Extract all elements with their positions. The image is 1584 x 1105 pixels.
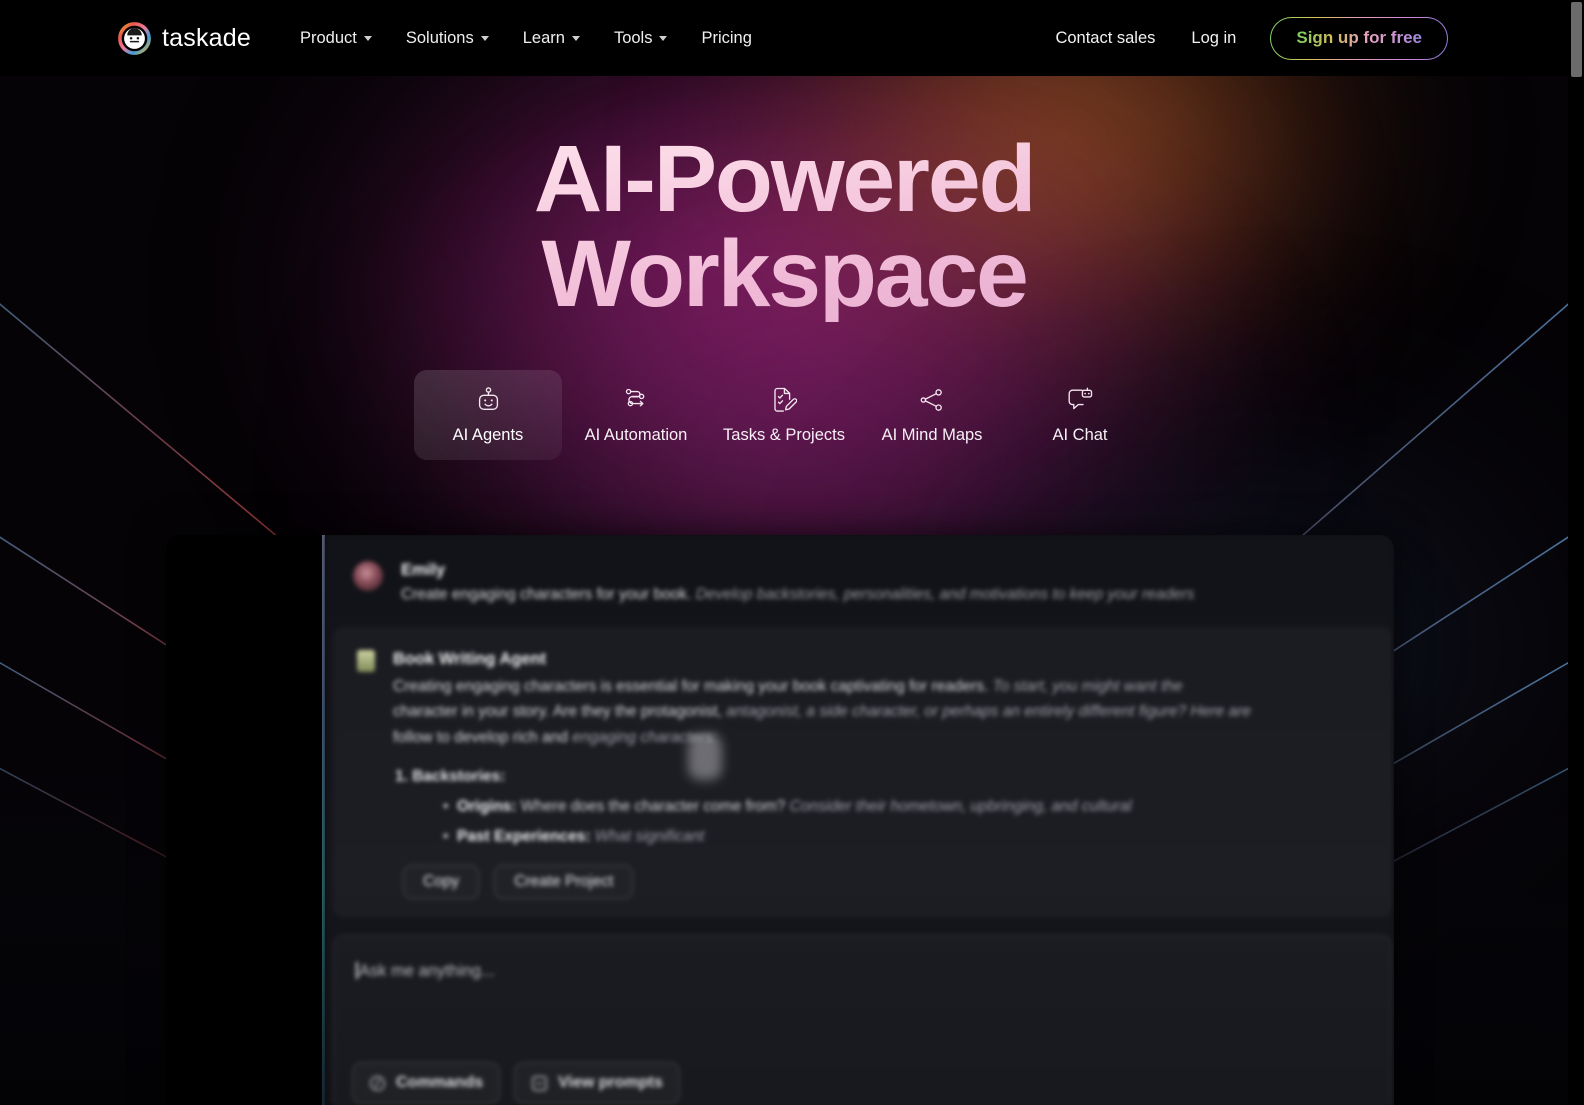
- chevron-down-icon: [659, 35, 668, 41]
- commands-button-label: Commands: [396, 1074, 484, 1091]
- cursor-blob: [688, 734, 722, 780]
- nav-item-label: Product: [299, 28, 357, 47]
- agent-ordered-list: 1. Backstories: • Origins: Where does th…: [395, 768, 1392, 846]
- nav-item-solutions[interactable]: Solutions: [389, 18, 506, 58]
- taskade-circle-face-logo-icon: [118, 21, 151, 55]
- prompt-list-icon: [531, 1075, 548, 1092]
- user-message: Emily Create engaging characters for you…: [353, 561, 1384, 604]
- user-message-text: Create engaging characters for your book…: [401, 586, 1195, 603]
- page-title-line-1: AI-Powered: [533, 126, 1035, 232]
- list-item: • Past Experiences: What significant: [443, 827, 705, 845]
- tab-label: Tasks & Projects: [723, 426, 845, 444]
- list-item: 1. Backstories:: [395, 767, 506, 785]
- agent-avatar: [357, 650, 375, 672]
- avatar: [353, 561, 383, 591]
- nav-item-tools[interactable]: Tools: [597, 18, 685, 58]
- document-check-pencil-icon: [772, 387, 797, 413]
- primary-nav: Product Solutions Learn Tools Pricing: [283, 18, 769, 58]
- agent-header: Book Writing Agent Creating engaging cha…: [333, 627, 1392, 750]
- tab-tasks-projects[interactable]: Tasks & Projects: [710, 370, 858, 460]
- nav-item-learn[interactable]: Learn: [506, 18, 597, 58]
- app-preview-main-panel: Emily Create engaging characters for you…: [325, 535, 1394, 1105]
- user-name: Emily: [401, 561, 446, 579]
- tab-label: AI Automation: [584, 426, 688, 444]
- page-scrollbar[interactable]: [1568, 0, 1584, 1105]
- agent-name: Book Writing Agent: [393, 650, 547, 668]
- chevron-down-icon: [571, 35, 580, 41]
- page-title: AI-Powered Workspace: [0, 132, 1568, 322]
- top-navbar: taskade Product Solutions Learn Tools Pr…: [0, 0, 1568, 76]
- tab-ai-chat[interactable]: AI Chat: [1006, 370, 1154, 460]
- agent-action-buttons: Copy Create Project: [403, 865, 634, 899]
- brand-logo[interactable]: taskade: [118, 21, 251, 55]
- nav-item-product[interactable]: Product: [283, 18, 389, 58]
- nav-item-pricing[interactable]: Pricing: [684, 18, 768, 58]
- chat-input-placeholder[interactable]: Ask me anything...: [334, 936, 1391, 981]
- feature-tab-list: AI Agents AI Automation Tasks & Projects…: [0, 370, 1568, 460]
- tab-label: AI Agents: [452, 426, 524, 444]
- robot-icon: [476, 386, 501, 413]
- nav-item-label: Pricing: [701, 28, 752, 47]
- view-prompts-button-label: View prompts: [558, 1074, 663, 1091]
- tab-ai-automation[interactable]: AI Automation: [562, 370, 710, 460]
- composer-toolbar: Commands View prompts: [352, 1062, 680, 1104]
- chevron-down-icon: [363, 35, 372, 41]
- navbar-right: Contact sales Log in Sign up for free: [1037, 17, 1448, 60]
- page-title-line-2: Workspace: [541, 221, 1027, 327]
- commands-button[interactable]: Commands: [352, 1062, 501, 1104]
- app-preview-sidebar: [166, 535, 322, 1105]
- log-in-link[interactable]: Log in: [1173, 29, 1254, 48]
- create-project-button[interactable]: Create Project: [494, 865, 634, 899]
- tab-label: AI Chat: [1052, 426, 1108, 444]
- automation-flow-icon: [623, 387, 649, 413]
- copy-button[interactable]: Copy: [403, 865, 480, 899]
- share-nodes-icon: [919, 387, 945, 413]
- tab-label: AI Mind Maps: [881, 426, 983, 444]
- view-prompts-button[interactable]: View prompts: [514, 1062, 680, 1104]
- agent-paragraph: Creating engaging characters is essentia…: [393, 678, 1251, 746]
- app-preview-screenshot: Emily Create engaging characters for you…: [166, 535, 1394, 1105]
- slash-command-icon: [369, 1075, 386, 1092]
- list-item: • Origins: Where does the character come…: [443, 797, 1132, 815]
- agent-response-card: Book Writing Agent Creating engaging cha…: [333, 627, 1392, 917]
- chat-composer[interactable]: Ask me anything... Commands View prompts: [333, 935, 1392, 1105]
- hero-section: AI-Powered Workspace AI Agents AI Automa…: [0, 76, 1568, 460]
- chat-robot-icon: [1067, 387, 1093, 413]
- tab-ai-agents[interactable]: AI Agents: [414, 370, 562, 460]
- nav-item-label: Solutions: [405, 28, 474, 47]
- sign-up-button[interactable]: Sign up for free: [1270, 17, 1448, 60]
- nav-item-label: Tools: [613, 28, 653, 47]
- tab-ai-mind-maps[interactable]: AI Mind Maps: [858, 370, 1006, 460]
- contact-sales-link[interactable]: Contact sales: [1037, 29, 1173, 48]
- text-cursor-icon: [356, 962, 358, 979]
- page-root: taskade Product Solutions Learn Tools Pr…: [0, 0, 1584, 1105]
- navbar-left: taskade Product Solutions Learn Tools Pr…: [118, 18, 769, 58]
- scrollbar-thumb[interactable]: [1571, 2, 1582, 77]
- nav-item-label: Learn: [522, 28, 565, 47]
- brand-name: taskade: [162, 23, 251, 52]
- sign-up-button-label: Sign up for free: [1296, 28, 1422, 47]
- chevron-down-icon: [480, 35, 489, 41]
